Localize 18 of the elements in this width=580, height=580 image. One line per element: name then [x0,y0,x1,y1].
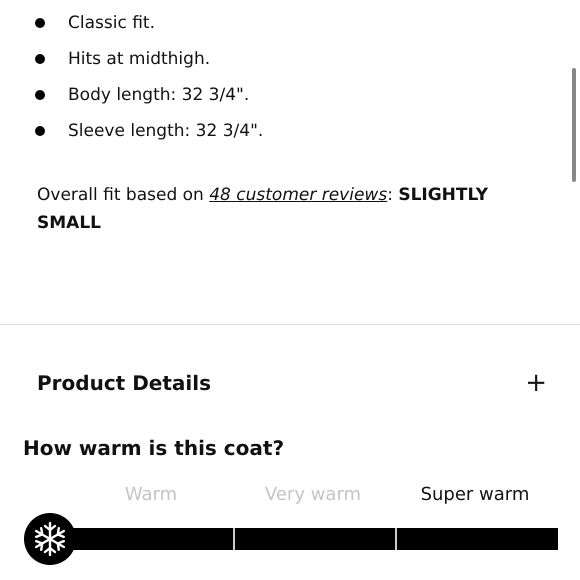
fit-detail: Sleeve length: 32 3/4". [68,121,264,141]
fit-detail: Body length: 32 3/4". [68,85,250,105]
bullet-icon [35,54,45,64]
reviews-link[interactable]: 48 customer reviews [209,185,388,205]
expand-button[interactable]: + [525,370,547,396]
snowflake-icon [24,513,76,565]
warmth-label: Super warm [420,484,530,505]
bullet-icon [35,90,45,100]
fit-detail: Hits at midthigh. [68,49,210,69]
bullet-icon [35,18,45,28]
scrollbar[interactable] [572,68,576,182]
warmth-label: Very warm [264,484,362,505]
warmth-label: Warm [124,484,178,505]
fit-summary: Overall fit based on 48 customer reviews: SLIGHTLY SMALL [37,184,490,235]
section-title: Product Details [37,371,212,395]
warmth-question: How warm is this coat? [23,436,286,460]
bullet-icon [35,126,45,136]
fit-detail: Classic fit. [68,13,155,33]
